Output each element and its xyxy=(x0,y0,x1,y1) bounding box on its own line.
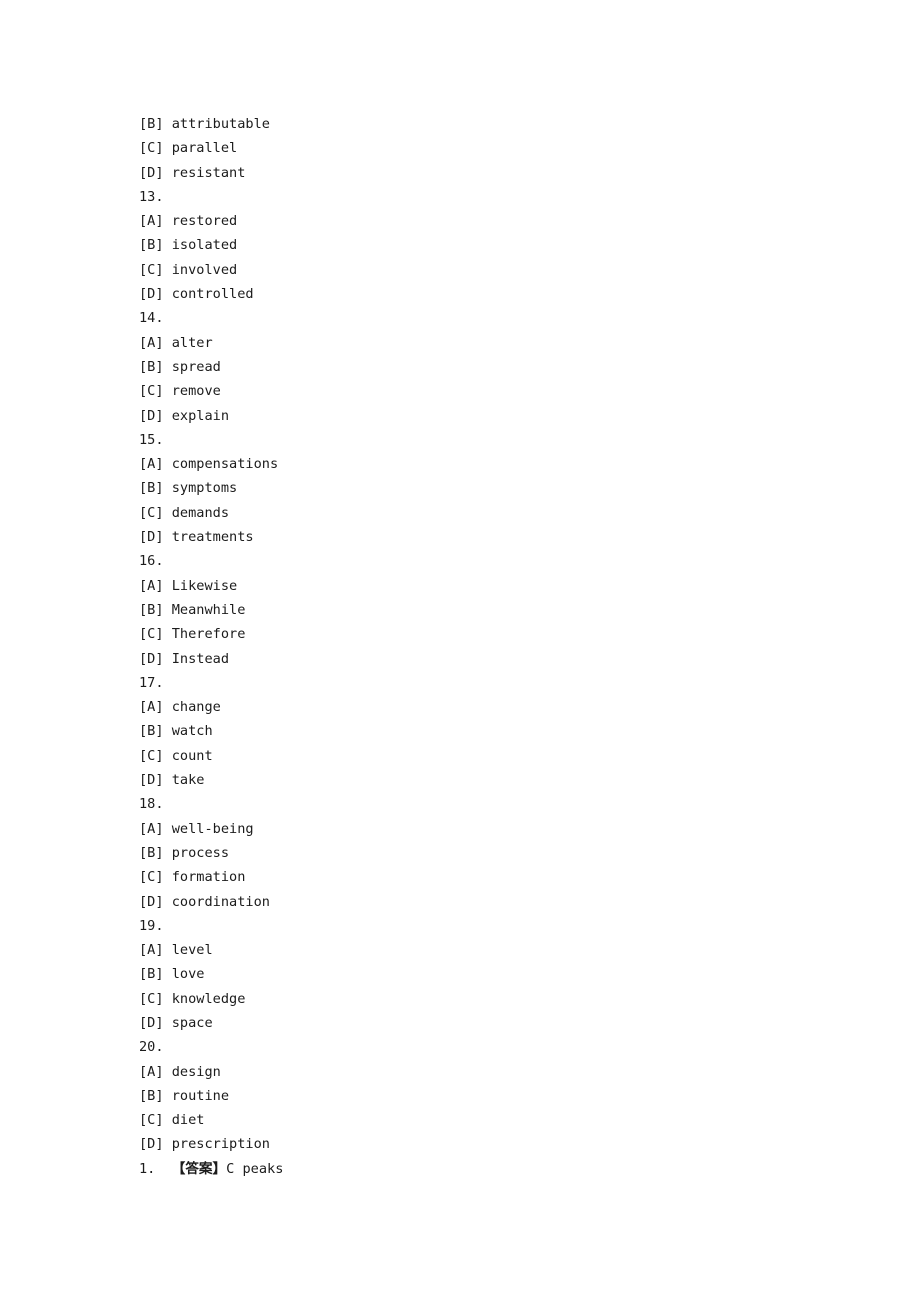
option-line: [D] explain xyxy=(139,407,230,424)
option-line: [C] Therefore xyxy=(139,626,246,643)
question-number-line: 19. xyxy=(139,917,164,934)
option-line: [D] space xyxy=(139,1014,213,1031)
question-number-line: 16. xyxy=(139,553,164,570)
option-line: [B] isolated xyxy=(139,237,238,254)
option-line: [B] routine xyxy=(139,1087,230,1104)
option-line: [A] change xyxy=(139,699,221,716)
question-number-line: 18. xyxy=(139,796,164,813)
question-number-line: 14. xyxy=(139,310,164,327)
option-line: [D] take xyxy=(139,772,205,789)
option-line: [A] alter xyxy=(139,334,213,351)
option-line: [D] resistant xyxy=(139,164,246,181)
option-line: [A] level xyxy=(139,942,213,959)
option-line: [C] diet xyxy=(139,1112,205,1129)
option-line: [B] love xyxy=(139,966,205,983)
option-line: [A] well-being xyxy=(139,820,254,837)
option-line: [A] Likewise xyxy=(139,577,238,594)
option-line: [C] formation xyxy=(139,869,246,886)
option-line: [B] Meanwhile xyxy=(139,601,246,618)
option-line: [C] involved xyxy=(139,261,238,278)
option-line: [B] watch xyxy=(139,723,213,740)
answer-spacer xyxy=(155,1161,171,1177)
option-line: [D] treatments xyxy=(139,529,254,546)
document-page: [B] attributable [C] parallel [D] resistan… xyxy=(0,0,920,1302)
answer-value: C peaks xyxy=(226,1160,284,1177)
option-line: [C] parallel xyxy=(139,140,238,157)
option-line: [B] symptoms xyxy=(139,480,238,497)
question-number-line: 13. xyxy=(139,188,164,205)
option-line: [C] knowledge xyxy=(139,990,246,1007)
option-line: [D] controlled xyxy=(139,286,254,303)
option-line: [B] attributable xyxy=(139,116,270,132)
option-line: [D] Instead xyxy=(139,650,230,667)
question-number-line: 20. xyxy=(139,1039,164,1056)
option-line: [D] prescription xyxy=(139,1136,270,1153)
option-line: [A] design xyxy=(139,1063,221,1080)
option-line: [A] restored xyxy=(139,213,238,230)
question-number-line: 17. xyxy=(139,674,164,691)
answer-key-line: 1. 【答案】C peaks xyxy=(139,1157,879,1181)
answer-label-cjk: 【答案】 xyxy=(171,1160,227,1177)
option-line: [A] compensations xyxy=(139,456,279,473)
option-line: [B] spread xyxy=(139,358,221,375)
document-text-body: [B] attributable [C] parallel [D] resistan… xyxy=(139,112,879,1181)
answer-item-number: 1. xyxy=(139,1160,156,1177)
option-line: [C] demands xyxy=(139,504,230,521)
question-number-line: 15. xyxy=(139,431,164,448)
option-line: [C] remove xyxy=(139,383,221,400)
option-line: [C] count xyxy=(139,747,213,764)
option-line: [D] coordination xyxy=(139,893,270,910)
option-line: [B] process xyxy=(139,844,230,861)
